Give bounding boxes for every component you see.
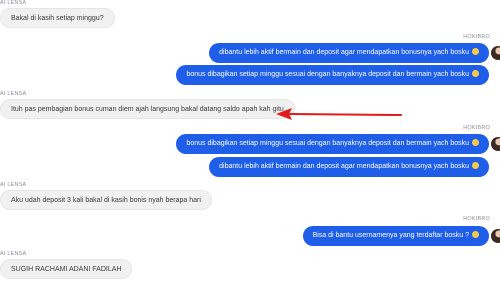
smile-emoji-icon	[472, 47, 479, 55]
message-text: Bisa di bantu usernamenya yang terdaftar…	[312, 232, 469, 239]
user-message: Bisa di bantu usernamenya yang terdaftar…	[302, 226, 489, 246]
message-text: Bakal di kasih setiap minggu?	[11, 15, 104, 22]
message-text: Ituh pas pembagian bonus cuman diem ajah…	[11, 106, 284, 113]
smile-emoji-icon	[472, 230, 479, 238]
sender-label: AI LENSA	[0, 0, 27, 6]
avatar	[491, 46, 500, 60]
user-message: dibantu lebih aktif bermain dan deposit …	[209, 157, 489, 177]
sender-label: HOKIBRO	[463, 216, 490, 222]
message-text: Aku udah deposit 3 kali bakal di kasih b…	[11, 197, 201, 204]
message-text: bonus dibagikan setiap minggu sesuai den…	[186, 140, 469, 147]
avatar	[491, 137, 500, 151]
agent-message: Bakal di kasih setiap minggu?	[0, 8, 115, 28]
sender-label: AI LENSA	[0, 251, 27, 257]
agent-message: Aku udah deposit 3 kali bakal di kasih b…	[0, 190, 212, 210]
user-message: bonus dibagikan setiap minggu sesuai den…	[176, 65, 489, 85]
sender-label: AI LENSA	[0, 182, 27, 188]
user-message: dibantu lebih aktif bermain dan deposit …	[209, 43, 489, 63]
agent-message: SUGIH RACHAMI ADANI FADILAH	[0, 259, 133, 279]
message-text: bonus dibagikan setiap minggu sesuai den…	[186, 71, 469, 78]
smile-emoji-icon	[472, 69, 479, 77]
smile-emoji-icon	[472, 138, 479, 146]
user-message: bonus dibagikan setiap minggu sesuai den…	[176, 134, 489, 154]
message-text: SUGIH RACHAMI ADANI FADILAH	[11, 266, 122, 273]
sender-label: AI LENSA	[0, 91, 27, 97]
avatar	[491, 229, 500, 243]
annotation-arrow-icon	[276, 108, 402, 120]
sender-label: HOKIBRO	[463, 34, 490, 40]
sender-label: HOKIBRO	[463, 125, 490, 131]
agent-message: Ituh pas pembagian bonus cuman diem ajah…	[0, 99, 295, 119]
message-text: dibantu lebih aktif bermain dan deposit …	[219, 49, 469, 56]
message-text: dibantu lebih aktif bermain dan deposit …	[219, 163, 469, 170]
smile-emoji-icon	[472, 161, 479, 169]
